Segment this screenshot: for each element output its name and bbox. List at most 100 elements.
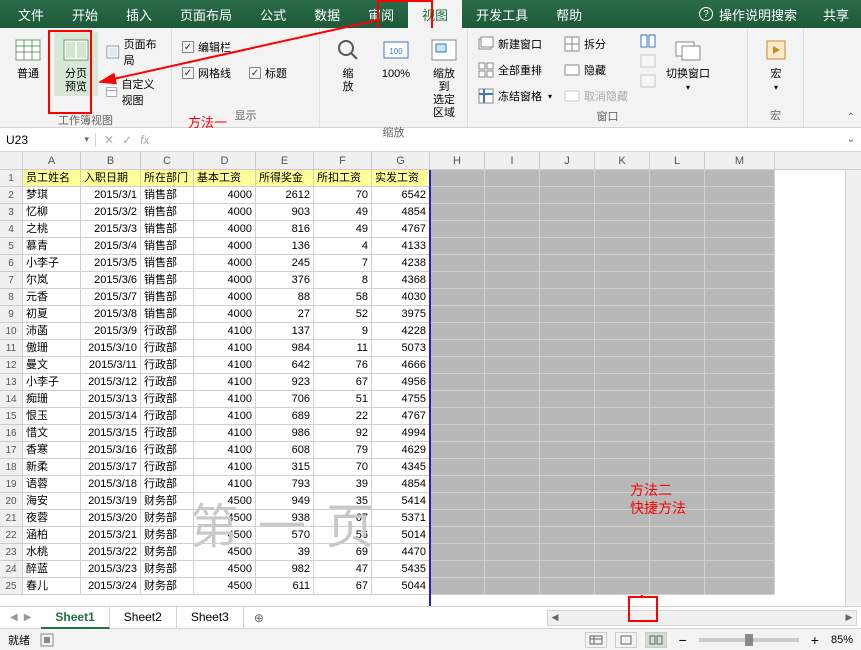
cell[interactable] xyxy=(650,544,705,561)
row-header-19[interactable]: 19 xyxy=(0,476,23,493)
zoom-slider[interactable] xyxy=(699,638,799,642)
cell[interactable]: 3975 xyxy=(372,306,430,323)
cell[interactable]: 608 xyxy=(256,442,314,459)
cell[interactable]: 2015/3/7 xyxy=(81,289,141,306)
help-icon[interactable]: ? xyxy=(699,7,713,21)
cell[interactable] xyxy=(650,510,705,527)
zoom-100-button[interactable]: 100 100% xyxy=(374,32,418,83)
cell[interactable] xyxy=(705,459,775,476)
cell[interactable] xyxy=(650,578,705,595)
cell[interactable] xyxy=(595,289,650,306)
cell[interactable] xyxy=(540,527,595,544)
row-header-22[interactable]: 22 xyxy=(0,527,23,544)
cell[interactable]: 2015/3/21 xyxy=(81,527,141,544)
share-button[interactable]: 共享 xyxy=(823,5,849,24)
view-side-by-side-icon[interactable] xyxy=(640,34,656,48)
cell[interactable]: 初夏 xyxy=(23,306,81,323)
cell[interactable]: 行政部 xyxy=(141,391,194,408)
cell[interactable]: 2015/3/15 xyxy=(81,425,141,442)
cell[interactable]: 376 xyxy=(256,272,314,289)
cell[interactable] xyxy=(540,476,595,493)
cell[interactable] xyxy=(485,289,540,306)
page-layout-button[interactable]: 页面布局 xyxy=(102,34,165,70)
formula-bar-expand-button[interactable]: ⌄ xyxy=(841,134,861,145)
cell[interactable]: 2015/3/19 xyxy=(81,493,141,510)
cell[interactable]: 6542 xyxy=(372,187,430,204)
cell[interactable]: 2015/3/10 xyxy=(81,340,141,357)
cell[interactable] xyxy=(430,204,485,221)
col-header-K[interactable]: K xyxy=(595,152,650,169)
cell[interactable]: 4500 xyxy=(194,578,256,595)
row-header-17[interactable]: 17 xyxy=(0,442,23,459)
col-header-I[interactable]: I xyxy=(485,152,540,169)
cell[interactable]: 47 xyxy=(314,561,372,578)
cell[interactable] xyxy=(485,272,540,289)
tab-文件[interactable]: 文件 xyxy=(4,0,58,29)
cell[interactable] xyxy=(485,425,540,442)
cell[interactable] xyxy=(705,391,775,408)
vertical-scrollbar[interactable] xyxy=(845,170,861,606)
cell[interactable] xyxy=(540,221,595,238)
zoom-in-button[interactable]: + xyxy=(807,632,823,648)
cell[interactable]: 4767 xyxy=(372,221,430,238)
macro-record-icon[interactable] xyxy=(40,633,54,647)
cell[interactable] xyxy=(705,510,775,527)
cell[interactable] xyxy=(540,323,595,340)
cell[interactable]: 2015/3/24 xyxy=(81,578,141,595)
cell[interactable] xyxy=(595,374,650,391)
cell[interactable]: 11 xyxy=(314,340,372,357)
cell[interactable] xyxy=(595,204,650,221)
cell[interactable] xyxy=(595,357,650,374)
cell[interactable] xyxy=(705,357,775,374)
cell[interactable] xyxy=(540,544,595,561)
cell[interactable]: 销售部 xyxy=(141,204,194,221)
cell[interactable]: 行政部 xyxy=(141,425,194,442)
row-header-24[interactable]: 24 xyxy=(0,561,23,578)
row-header-20[interactable]: 20 xyxy=(0,493,23,510)
cell[interactable] xyxy=(485,391,540,408)
cell[interactable]: 949 xyxy=(256,493,314,510)
cell[interactable]: 5435 xyxy=(372,561,430,578)
cell[interactable]: 痴珊 xyxy=(23,391,81,408)
col-header-M[interactable]: M xyxy=(705,152,775,169)
cell[interactable] xyxy=(595,561,650,578)
cell[interactable] xyxy=(485,459,540,476)
tab-公式[interactable]: 公式 xyxy=(246,0,300,29)
cell[interactable] xyxy=(595,221,650,238)
cell[interactable]: 570 xyxy=(256,527,314,544)
cell[interactable]: 海安 xyxy=(23,493,81,510)
cell[interactable]: 8 xyxy=(314,272,372,289)
cell[interactable] xyxy=(430,510,485,527)
cell[interactable]: 尔岚 xyxy=(23,272,81,289)
tab-开发工具[interactable]: 开发工具 xyxy=(462,0,542,29)
cell[interactable] xyxy=(540,357,595,374)
cell[interactable]: 夜蓉 xyxy=(23,510,81,527)
cell[interactable] xyxy=(595,578,650,595)
cell[interactable] xyxy=(650,238,705,255)
cell[interactable]: 2015/3/14 xyxy=(81,408,141,425)
cell[interactable] xyxy=(430,459,485,476)
cell[interactable] xyxy=(595,170,650,187)
cell[interactable]: 4994 xyxy=(372,425,430,442)
cell[interactable] xyxy=(595,493,650,510)
cell[interactable]: 曼文 xyxy=(23,357,81,374)
cell[interactable]: 4000 xyxy=(194,221,256,238)
cell[interactable] xyxy=(650,561,705,578)
cell[interactable]: 财务部 xyxy=(141,527,194,544)
cell[interactable]: 4 xyxy=(314,238,372,255)
row-header-11[interactable]: 11 xyxy=(0,340,23,357)
cell[interactable] xyxy=(485,493,540,510)
cell[interactable]: 小李子 xyxy=(23,255,81,272)
cell[interactable] xyxy=(650,340,705,357)
cell[interactable]: 7 xyxy=(314,255,372,272)
cell[interactable] xyxy=(595,442,650,459)
row-header-25[interactable]: 25 xyxy=(0,578,23,595)
cell[interactable]: 4345 xyxy=(372,459,430,476)
cell[interactable]: 销售部 xyxy=(141,306,194,323)
cell[interactable]: 销售部 xyxy=(141,187,194,204)
cell[interactable]: 行政部 xyxy=(141,374,194,391)
row-header-8[interactable]: 8 xyxy=(0,289,23,306)
cell[interactable]: 39 xyxy=(314,476,372,493)
cell[interactable]: 2015/3/2 xyxy=(81,204,141,221)
collapse-ribbon-button[interactable]: ⌃ xyxy=(847,112,855,123)
